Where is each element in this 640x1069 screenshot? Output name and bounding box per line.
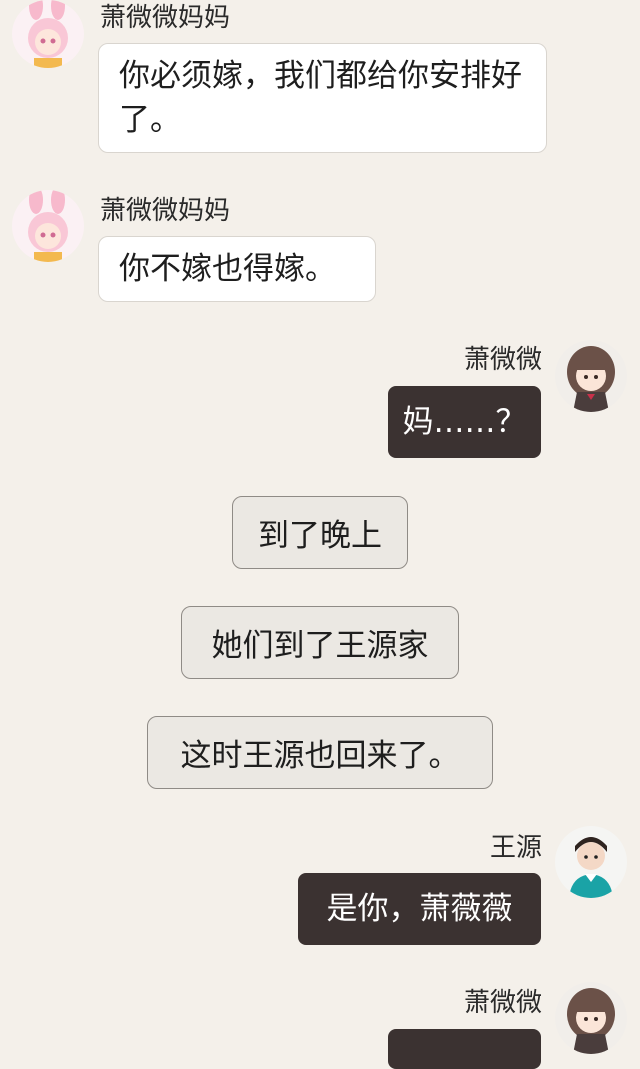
- brown-hair-girl-avatar-icon: [555, 340, 627, 412]
- sender-name: 萧微微妈妈: [100, 196, 231, 226]
- sender-name: 萧微微: [463, 345, 542, 375]
- bunny-girl-avatar-icon: [12, 0, 84, 68]
- message-bubble[interactable]: [388, 1029, 541, 1069]
- narration-box: 她们到了王源家: [181, 606, 459, 679]
- boy-teal-shirt-avatar-icon: [555, 826, 627, 898]
- sender-avatar[interactable]: [12, 190, 84, 262]
- message-bubble[interactable]: 是你，萧薇薇: [298, 873, 541, 945]
- sender-name: 萧微微: [463, 988, 542, 1018]
- message-bubble[interactable]: 你必须嫁，我们都给你安排好了。: [98, 43, 547, 153]
- sender-name: 王源: [489, 833, 542, 863]
- brown-hair-girl-avatar-icon: [555, 982, 627, 1054]
- sender-avatar[interactable]: [555, 340, 627, 412]
- narration-box: 这时王源也回来了。: [147, 716, 493, 789]
- bunny-girl-avatar-icon: [12, 190, 84, 262]
- sender-avatar[interactable]: [555, 826, 627, 898]
- narration-box: 到了晚上: [232, 496, 408, 569]
- sender-name: 萧微微妈妈: [100, 3, 231, 33]
- message-bubble[interactable]: 你不嫁也得嫁。: [98, 236, 376, 302]
- message-bubble[interactable]: 妈……？: [388, 386, 541, 458]
- sender-avatar[interactable]: [12, 0, 84, 68]
- sender-avatar[interactable]: [555, 982, 627, 1054]
